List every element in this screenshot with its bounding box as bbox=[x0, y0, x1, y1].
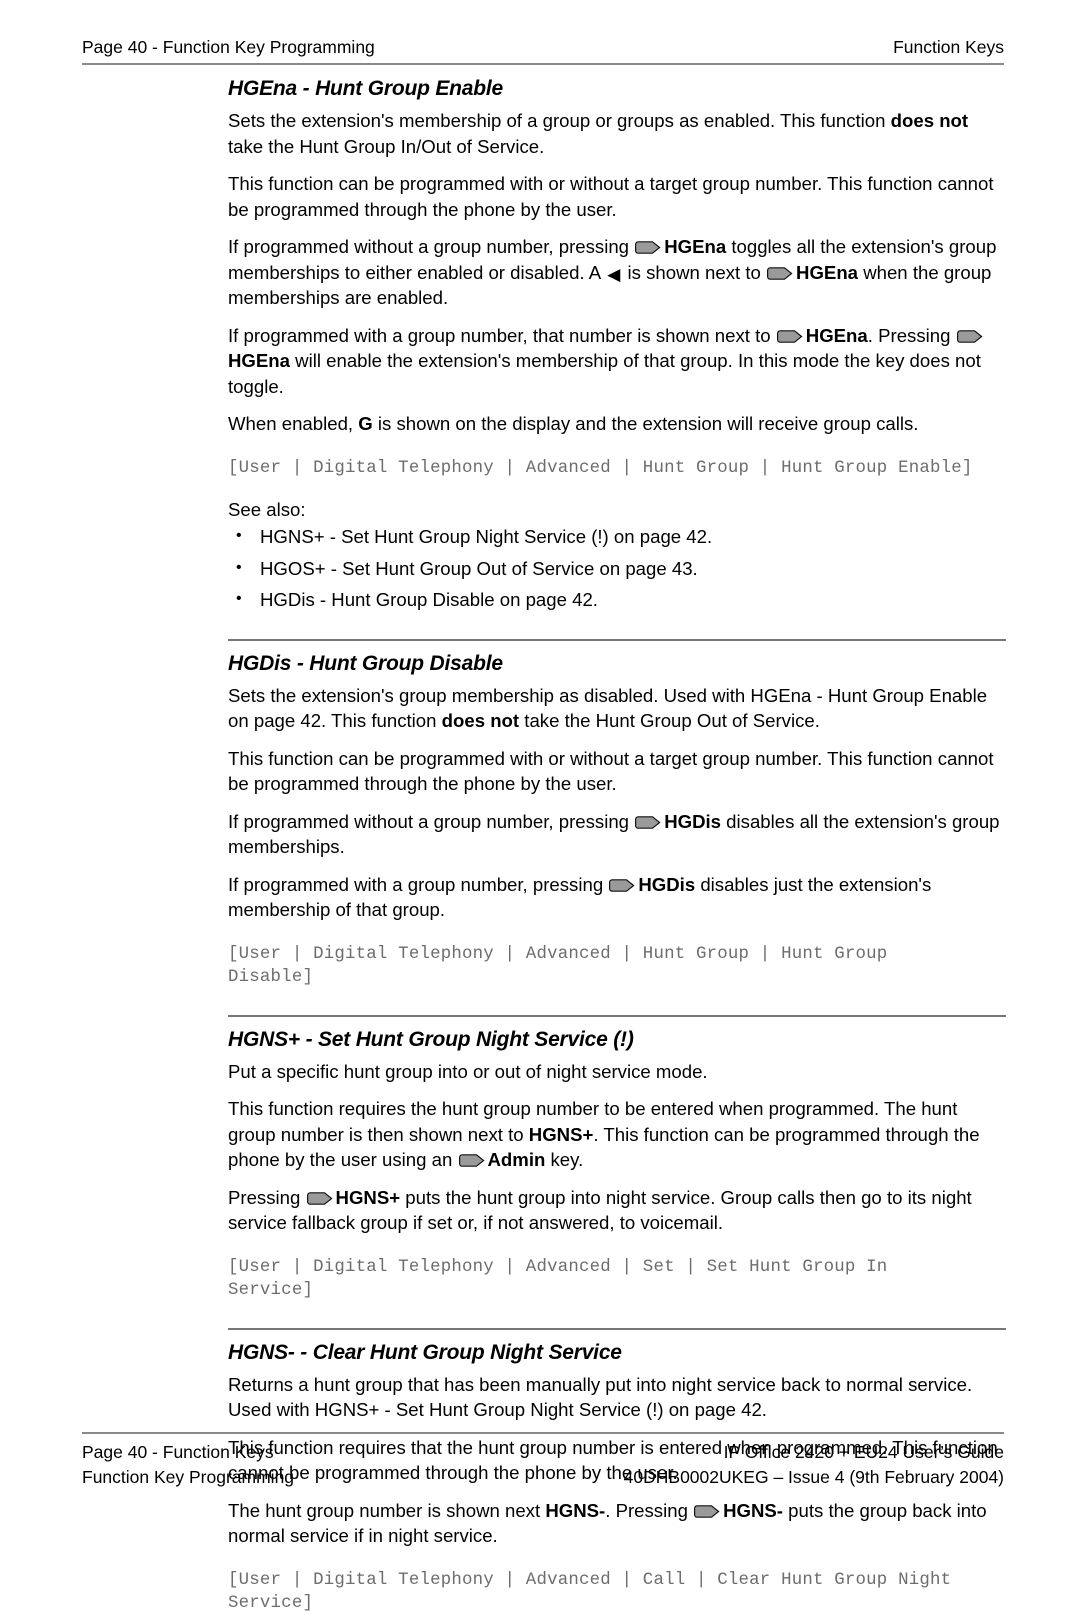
bold-run: HGNS+ bbox=[335, 1186, 401, 1208]
paragraph: If programmed with a group number, that … bbox=[228, 323, 1006, 400]
section-hgdis: HGDis - Hunt Group Disable Sets the exte… bbox=[228, 651, 1006, 989]
section-divider bbox=[228, 1327, 1006, 1330]
bold-run: HGNS- bbox=[723, 1499, 783, 1521]
bold-run: HGEna bbox=[796, 261, 859, 283]
text-run: is shown next to bbox=[622, 261, 767, 283]
phone-key-icon bbox=[609, 878, 635, 892]
paragraph: If programmed with a group number, press… bbox=[228, 872, 1006, 923]
paragraph: The hunt group number is shown next HGNS… bbox=[228, 1498, 1006, 1549]
section-title: HGNS+ - Set Hunt Group Night Service (!) bbox=[228, 1027, 634, 1051]
page-header: Page 40 - Function Key Programming Funct… bbox=[82, 36, 1004, 58]
text-run: take the Hunt Group In/Out of Service. bbox=[228, 135, 545, 157]
text-run: key. bbox=[545, 1149, 584, 1170]
section-title: HGEna - Hunt Group Enable bbox=[228, 77, 504, 100]
menu-path: [User | Digital Telephony | Advanced | C… bbox=[228, 1570, 952, 1613]
document-page: Page 40 - Function Key Programming Funct… bbox=[0, 0, 1080, 1613]
footer-right-line2: 40DHB0002UKEG – Issue 4 (9th February 20… bbox=[623, 1467, 1004, 1487]
phone-key-icon bbox=[635, 241, 661, 254]
see-also-label: See also: bbox=[228, 498, 306, 520]
text-run: If programmed with a group number, that … bbox=[228, 324, 776, 346]
phone-key-icon bbox=[767, 266, 793, 280]
bold-run: HGEna bbox=[664, 236, 727, 257]
bold-run: HGDis bbox=[638, 873, 696, 895]
text-run: When enabled, bbox=[228, 413, 359, 434]
phone-key-icon bbox=[458, 1154, 485, 1167]
header-divider bbox=[82, 63, 1004, 65]
text-run: The hunt group number is shown next bbox=[228, 1499, 546, 1521]
section-hgena: HGEna - Hunt Group Enable Sets the exten… bbox=[228, 76, 1006, 613]
bold-run: Admin bbox=[487, 1149, 546, 1170]
header-right-text: Function Keys bbox=[893, 37, 1004, 57]
paragraph: Put a specific hunt group into or out of… bbox=[228, 1060, 708, 1082]
bold-run: HGNS- bbox=[545, 1499, 606, 1521]
footer-row: Page 40 - Function Keys IP Office 2420 +… bbox=[82, 1440, 1004, 1465]
page-footer: Page 40 - Function Keys IP Office 2420 +… bbox=[82, 1440, 1004, 1490]
text-run: is shown on the display and the extensio… bbox=[372, 413, 919, 434]
phone-key-icon bbox=[776, 329, 803, 343]
see-also-list: HGNS+ - Set Hunt Group Night Service (!)… bbox=[228, 523, 1006, 613]
bold-run: HGEna bbox=[805, 324, 868, 346]
bold-run: HGEna bbox=[228, 350, 290, 371]
paragraph: Sets the extension's group membership as… bbox=[228, 683, 1006, 734]
phone-key-icon bbox=[306, 1191, 333, 1205]
phone-key-icon bbox=[956, 329, 983, 343]
paragraph: This function can be programmed with or … bbox=[228, 173, 994, 220]
text-run: . Pressing bbox=[867, 324, 956, 346]
section-title: HGDis - Hunt Group Disable bbox=[228, 651, 503, 675]
section-divider bbox=[228, 638, 1006, 641]
bold-run: does not bbox=[441, 710, 520, 731]
list-item: HGOS+ - Set Hunt Group Out of Service on… bbox=[228, 555, 1006, 582]
paragraph: Sets the extension's membership of a gro… bbox=[228, 108, 1006, 159]
footer-left-line2: Function Key Programming bbox=[82, 1467, 295, 1487]
text-run: Pressing bbox=[228, 1186, 306, 1208]
footer-right-line1: IP Office 2420 + EU24 User’s Guide bbox=[723, 1442, 1004, 1462]
footer-divider bbox=[82, 1432, 1004, 1434]
text-run: If programmed without a group number, pr… bbox=[228, 810, 635, 832]
text-run: take the Hunt Group Out of Service. bbox=[519, 710, 820, 731]
list-item: HGNS+ - Set Hunt Group Night Service (!)… bbox=[228, 523, 1006, 550]
paragraph: Returns a hunt group that has been manua… bbox=[228, 1373, 973, 1421]
section-title: HGNS- - Clear Hunt Group Night Service bbox=[228, 1340, 622, 1364]
paragraph: When enabled, G is shown on the display … bbox=[228, 411, 1006, 437]
menu-path: [User | Digital Telephony | Advanced | H… bbox=[228, 944, 888, 987]
text-run: will enable the extension's membership o… bbox=[228, 350, 981, 397]
bold-run: does not bbox=[890, 110, 969, 131]
bold-run: HGDis bbox=[664, 810, 722, 832]
phone-key-icon bbox=[635, 815, 661, 829]
page-content: HGEna - Hunt Group Enable Sets the exten… bbox=[228, 76, 1006, 1615]
section-hgns-plus: HGNS+ - Set Hunt Group Night Service (!)… bbox=[228, 1027, 1006, 1302]
text-run: If programmed without a group number, pr… bbox=[228, 236, 635, 257]
menu-path: [User | Digital Telephony | Advanced | S… bbox=[228, 1257, 888, 1300]
paragraph: This function requires the hunt group nu… bbox=[228, 1096, 1006, 1173]
bold-run: G bbox=[358, 413, 373, 434]
text-run: If programmed with a group number, press… bbox=[228, 873, 609, 895]
paragraph: Pressing HGNS+ puts the hunt group into … bbox=[228, 1185, 1006, 1236]
paragraph: If programmed without a group number, pr… bbox=[228, 809, 1006, 860]
text-run: . Pressing bbox=[605, 1499, 694, 1521]
header-left-text: Page 40 - Function Key Programming bbox=[82, 37, 375, 57]
section-divider bbox=[228, 1014, 1006, 1017]
phone-key-icon bbox=[694, 1504, 720, 1518]
footer-left-line1: Page 40 - Function Keys bbox=[82, 1442, 274, 1462]
left-arrow-icon: ◀ bbox=[607, 264, 621, 284]
text-run: Sets the extension's membership of a gro… bbox=[228, 110, 891, 131]
list-item: HGDis - Hunt Group Disable on page 42. bbox=[228, 586, 1006, 613]
footer-row: Function Key Programming 40DHB0002UKEG –… bbox=[82, 1465, 1004, 1490]
paragraph: This function can be programmed with or … bbox=[228, 747, 994, 795]
bold-run: HGNS+ bbox=[528, 1123, 594, 1145]
paragraph: If programmed without a group number, pr… bbox=[228, 234, 1006, 311]
menu-path: [User | Digital Telephony | Advanced | H… bbox=[228, 458, 973, 478]
